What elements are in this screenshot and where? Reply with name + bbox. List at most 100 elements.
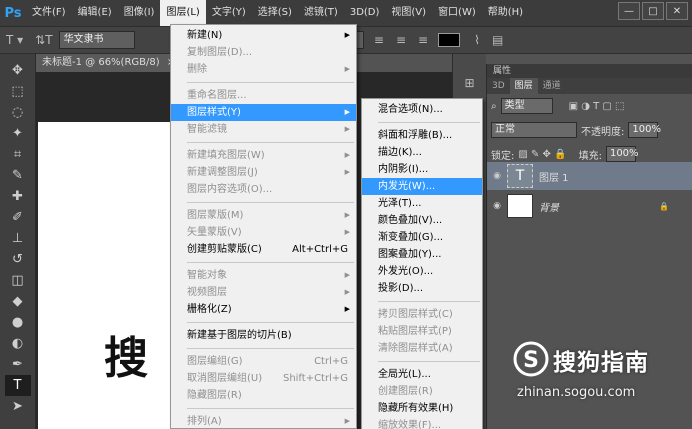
warp-text-icon[interactable]: ⌇ xyxy=(468,33,486,47)
layer-menu-item[interactable]: 栅格化(Z) ▶ xyxy=(171,301,356,318)
layer-row[interactable]: ◉ T 图层 1 xyxy=(487,162,692,190)
layer-menu-item[interactable]: 图层蒙版(M) ▶ xyxy=(171,207,356,224)
close-button[interactable]: ✕ xyxy=(666,2,688,20)
style-menu-item[interactable]: 拷贝图层样式(C) xyxy=(362,306,482,323)
lasso-tool-icon[interactable]: ◌ xyxy=(5,102,31,123)
panel-tab-0[interactable]: 3D xyxy=(487,78,510,94)
menu-0[interactable]: 文件(F) xyxy=(26,0,72,26)
layer-menu-item[interactable]: 新建基于图层的切片(B) xyxy=(171,327,356,344)
style-menu-item[interactable]: 内阴影(I)... xyxy=(362,161,482,178)
style-menu-item-label: 创建图层(R) xyxy=(378,386,433,397)
style-menu-item[interactable]: 斜面和浮雕(B)... xyxy=(362,127,482,144)
style-menu-item[interactable]: 创建图层(R) xyxy=(362,383,482,400)
filter-kind-select[interactable]: 类型 xyxy=(500,98,553,114)
menu-10[interactable]: 帮助(H) xyxy=(482,0,529,26)
menu-4[interactable]: 文字(Y) xyxy=(206,0,252,26)
layer-row[interactable]: ◉ 背景 🔒 xyxy=(487,192,692,220)
style-menu-item[interactable]: 描边(K)... xyxy=(362,144,482,161)
menu-9[interactable]: 窗口(W) xyxy=(432,0,482,26)
visibility-eye-icon[interactable]: ◉ xyxy=(487,171,507,181)
document-tab[interactable]: 未标题-1 @ 66%(RGB/8) × xyxy=(36,54,175,72)
style-menu-item[interactable]: 粘贴图层样式(P) xyxy=(362,323,482,340)
lock-icons[interactable]: ▨ ✎ ✥ 🔒 xyxy=(518,149,566,160)
style-menu-item[interactable]: 图案叠加(Y)... xyxy=(362,246,482,263)
layer-menu-item[interactable]: 创建剪贴蒙版(C) Alt+Ctrl+G xyxy=(171,241,356,258)
layer-menu-item[interactable]: 智能对象 ▶ xyxy=(171,267,356,284)
restore-button[interactable]: □ xyxy=(642,2,664,20)
align-center-icon[interactable]: ≡ xyxy=(390,33,412,47)
style-menu-item[interactable]: 混合选项(N)... xyxy=(362,101,482,118)
layer-menu-item[interactable]: 视频图层 ▶ xyxy=(171,284,356,301)
magic-wand-tool-icon[interactable]: ✦ xyxy=(5,123,31,144)
text-orientation-icon[interactable]: ⇅T xyxy=(29,33,58,47)
menu-6[interactable]: 滤镜(T) xyxy=(298,0,344,26)
crop-tool-icon[interactable]: ⌗ xyxy=(5,144,31,165)
menu-1[interactable]: 编辑(E) xyxy=(72,0,118,26)
layer-menu-item[interactable]: 新建填充图层(W) ▶ xyxy=(171,147,356,164)
layer-menu-item-label: 新建填充图层(W) xyxy=(187,150,265,161)
layer-menu-item[interactable]: 复制图层(D)... xyxy=(171,44,356,61)
align-left-icon[interactable]: ≡ xyxy=(368,33,390,47)
panel-tab-1[interactable]: 图层 xyxy=(509,78,538,94)
history-panel-icon[interactable]: ⊞ xyxy=(453,76,486,90)
style-menu-item[interactable]: 清除图层样式(A) xyxy=(362,340,482,357)
pen-tool-icon[interactable]: ✒ xyxy=(5,354,31,375)
menu-3[interactable]: 图层(L) xyxy=(160,0,206,26)
blend-mode-select[interactable]: 正常 xyxy=(491,122,577,138)
bucket-tool-icon[interactable]: ◆ xyxy=(5,291,31,312)
style-menu-item[interactable]: 全局光(L)... xyxy=(362,366,482,383)
font-family-select[interactable]: 华文隶书 xyxy=(58,31,135,49)
marquee-tool-icon[interactable]: ⬚ xyxy=(5,81,31,102)
eraser-tool-icon[interactable]: ◫ xyxy=(5,270,31,291)
photoshop-logo: Ps xyxy=(4,5,22,21)
opacity-field[interactable]: 100% xyxy=(628,122,661,138)
layer-menu-item[interactable]: 智能滤镜 ▶ xyxy=(171,121,356,138)
healing-tool-icon[interactable]: ✚ xyxy=(5,186,31,207)
style-menu-item[interactable]: 隐藏所有效果(H) xyxy=(362,400,482,417)
dodge-tool-icon[interactable]: ◐ xyxy=(5,333,31,354)
filter-icons[interactable]: ▣ ◑ T ▢ ⬚ xyxy=(569,101,625,112)
menu-8[interactable]: 视图(V) xyxy=(385,0,432,26)
type-tool-icon[interactable]: T xyxy=(4,375,31,396)
style-menu-item[interactable]: 投影(D)... xyxy=(362,280,482,297)
path-select-tool-icon[interactable]: ➤ xyxy=(5,396,31,417)
layer-menu-item[interactable]: 取消图层编组(U) Shift+Ctrl+G xyxy=(171,370,356,387)
brush-tool-icon[interactable]: ✐ xyxy=(5,207,31,228)
style-menu-item[interactable]: 渐变叠加(G)... xyxy=(362,229,482,246)
menu-2[interactable]: 图像(I) xyxy=(118,0,161,26)
layer-menu-item[interactable]: 新建(N) ▶ xyxy=(171,27,356,44)
layer-menu-item[interactable]: 矢量蒙版(V) ▶ xyxy=(171,224,356,241)
stamp-tool-icon[interactable]: ⊥ xyxy=(5,228,31,249)
layer-menu-item[interactable]: 图层内容选项(O)... xyxy=(171,181,356,198)
style-menu-item[interactable]: 内发光(W)... xyxy=(362,178,482,195)
menu-5[interactable]: 选择(S) xyxy=(252,0,298,26)
style-menu-item[interactable]: 光泽(T)... xyxy=(362,195,482,212)
layer-menu-item[interactable]: 图层编组(G) Ctrl+G xyxy=(171,353,356,370)
layer-menu-item[interactable]: 新建调整图层(J) ▶ xyxy=(171,164,356,181)
move-tool-icon[interactable]: ✥ xyxy=(5,60,31,81)
character-panel-icon[interactable]: ▤ xyxy=(486,33,509,47)
style-menu-item[interactable]: 缩放效果(F)... xyxy=(362,417,482,429)
history-brush-icon[interactable]: ↺ xyxy=(5,249,31,270)
layer-menu-item-label: 取消图层编组(U) xyxy=(187,373,263,384)
style-menu-item[interactable]: 颜色叠加(V)... xyxy=(362,212,482,229)
eyedropper-tool-icon[interactable]: ✎ xyxy=(5,165,31,186)
text-color-swatch[interactable] xyxy=(438,33,461,47)
minimize-button[interactable]: — xyxy=(618,2,640,20)
layer-menu-item[interactable]: 重命名图层... xyxy=(171,87,356,104)
watermark-name: 搜狗指南 xyxy=(553,350,649,376)
watermark-url: zhinan.sogou.com xyxy=(517,385,636,400)
layer-menu-item[interactable]: 删除 ▶ xyxy=(171,61,356,78)
panel-tab-2[interactable]: 通道 xyxy=(538,78,566,94)
layer-menu-item[interactable]: 图层样式(Y) ▶ xyxy=(171,104,356,121)
visibility-eye-icon[interactable]: ◉ xyxy=(487,201,507,211)
fill-field[interactable]: 100% xyxy=(605,146,639,162)
type-tool-icon[interactable]: T ▾ xyxy=(0,33,29,47)
style-menu-item[interactable]: 外发光(O)... xyxy=(362,263,482,280)
menu-7[interactable]: 3D(D) xyxy=(344,0,386,26)
layer-menu-item[interactable]: 隐藏图层(R) xyxy=(171,387,356,404)
align-right-icon[interactable]: ≡ xyxy=(412,33,434,47)
blur-tool-icon[interactable]: ● xyxy=(5,312,31,333)
shortcut-label: Shift+Ctrl+G xyxy=(282,373,348,384)
layer-menu-item[interactable]: 排列(A) ▶ xyxy=(171,413,356,429)
